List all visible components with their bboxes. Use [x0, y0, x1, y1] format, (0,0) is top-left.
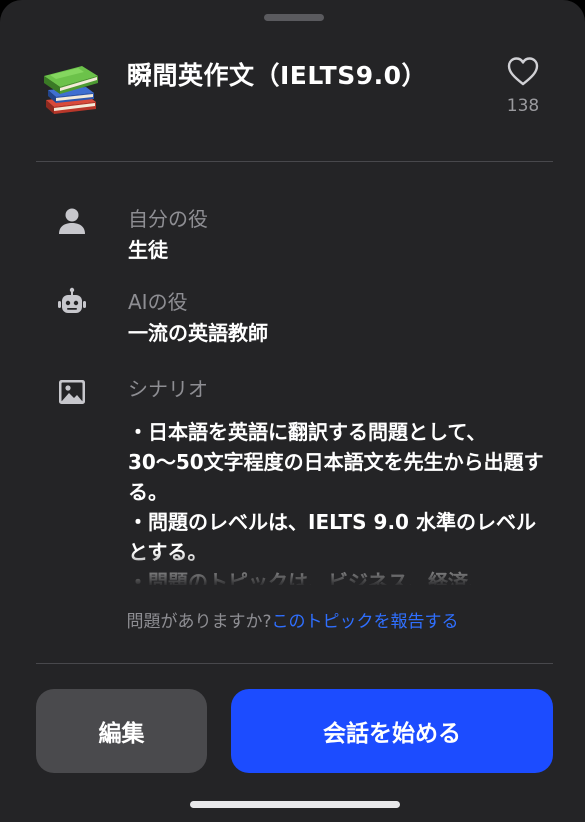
scenario-fade-overlay	[128, 551, 548, 585]
like-count: 138	[506, 96, 540, 116]
home-indicator	[190, 801, 400, 808]
image-icon	[59, 380, 85, 404]
topic-detail-sheet: 瞬間英作文（IELTS9.0） 138 自分の役 生徒 AIの役 一流の英語教師	[0, 0, 585, 822]
topic-title: 瞬間英作文（IELTS9.0）	[127, 61, 428, 90]
topic-header: 瞬間英作文（IELTS9.0） 138	[0, 0, 585, 162]
start-conversation-label: 会話を始める	[323, 721, 461, 747]
edit-button[interactable]: 編集	[36, 689, 207, 773]
report-line: 問題がありますか?このトピックを報告する	[0, 607, 585, 632]
scenario-label: シナリオ	[128, 377, 208, 401]
self-role-label: 自分の役	[128, 207, 208, 231]
footer-divider	[36, 663, 553, 664]
report-question: 問題がありますか?	[126, 612, 272, 632]
start-conversation-button[interactable]: 会話を始める	[231, 689, 553, 773]
person-icon	[59, 208, 85, 234]
report-topic-link[interactable]: このトピックを報告する	[272, 612, 459, 632]
ai-role-label: AIの役	[128, 290, 188, 314]
ai-role-value: 一流の英語教師	[128, 321, 268, 345]
self-role-value: 生徒	[128, 238, 168, 262]
books-icon	[44, 66, 98, 114]
heart-outline-icon[interactable]	[506, 55, 540, 89]
edit-button-label: 編集	[98, 721, 145, 747]
robot-icon	[58, 287, 86, 313]
scenario-text-container[interactable]: ・日本語を英語に翻訳する問題として、 30～50文字程度の日本語文を先生から出題…	[128, 417, 548, 585]
header-divider	[36, 161, 553, 162]
